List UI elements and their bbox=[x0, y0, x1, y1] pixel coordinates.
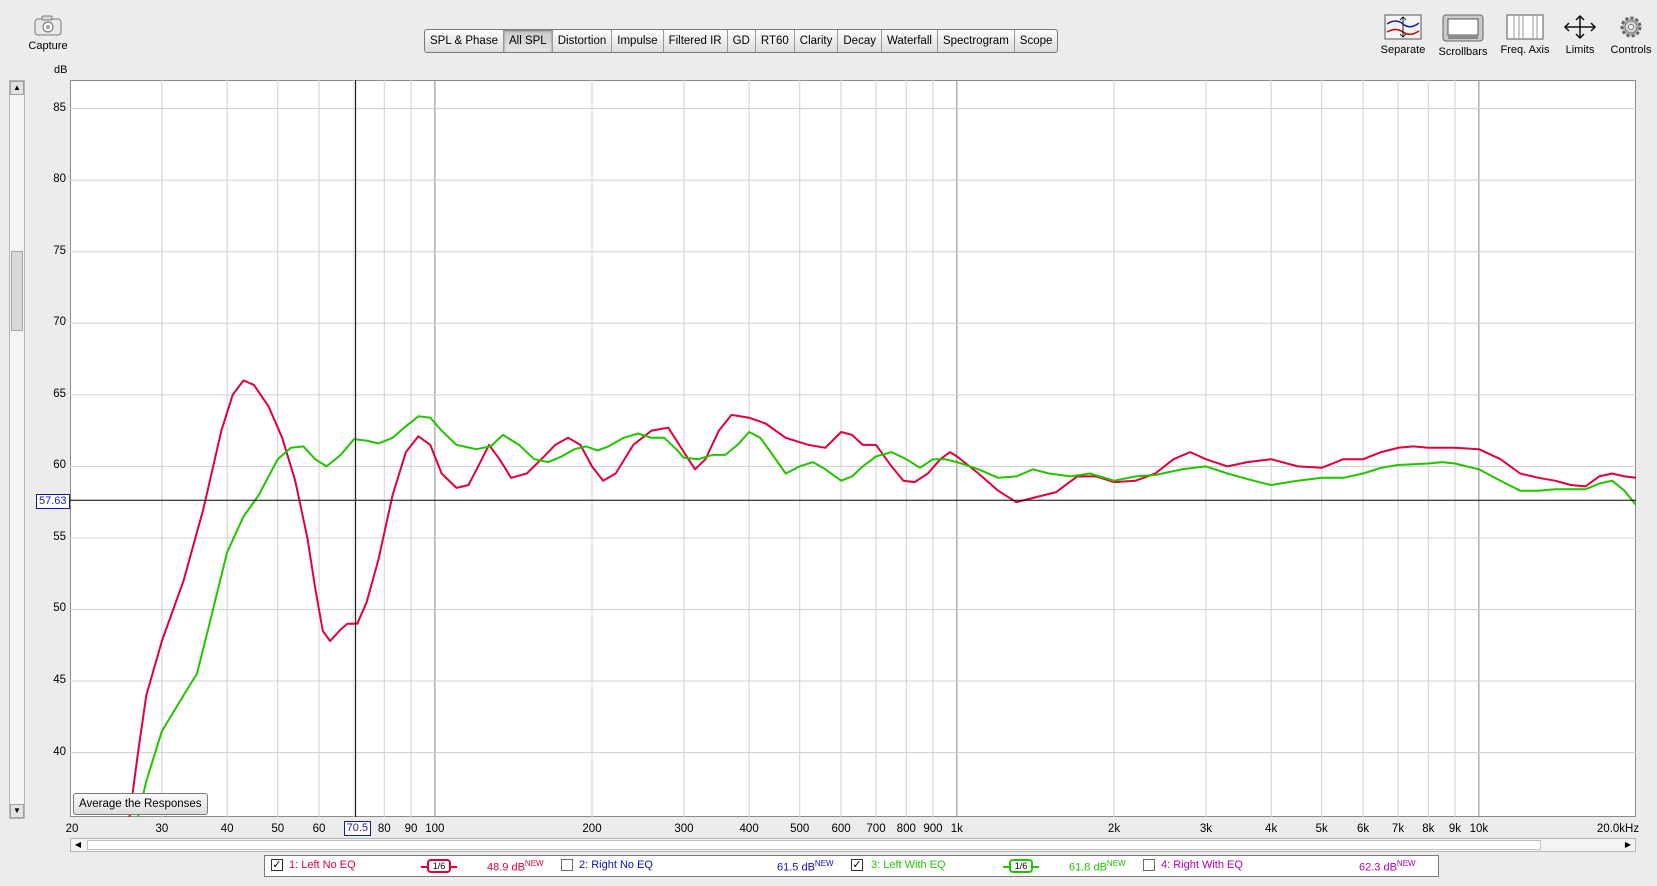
tab-clarity[interactable]: Clarity bbox=[795, 30, 839, 52]
legend-label-2: 2: Right No EQ bbox=[579, 859, 653, 871]
x-tick-label: 20 bbox=[65, 823, 79, 835]
y-tick-label: 85 bbox=[53, 101, 66, 114]
y-tick-label: 40 bbox=[53, 745, 66, 758]
legend-label-1: 1: Left No EQ bbox=[289, 859, 356, 871]
vertical-scrollbar[interactable]: ▲ ▼ bbox=[9, 80, 25, 819]
y-axis-unit: dB bbox=[54, 64, 68, 76]
x-tick-label: 800 bbox=[896, 823, 916, 835]
legend-checkbox-2[interactable] bbox=[561, 859, 573, 871]
legend-checkbox-1[interactable]: ✓ bbox=[271, 859, 283, 871]
x-tick-label: 8k bbox=[1422, 823, 1435, 835]
tab-all-spl[interactable]: All SPL bbox=[503, 30, 553, 52]
freq-axis-button[interactable]: Freq. Axis bbox=[1498, 14, 1552, 56]
controls-label: Controls bbox=[1610, 44, 1652, 56]
scrollbars-icon bbox=[1442, 14, 1484, 42]
tab-scope[interactable]: Scope bbox=[1015, 30, 1058, 52]
scrollbars-label: Scrollbars bbox=[1438, 46, 1488, 58]
separate-icon bbox=[1384, 14, 1422, 40]
y-tick-label: 55 bbox=[53, 530, 66, 543]
x-tick-label: 9k bbox=[1448, 823, 1462, 835]
x-tick-label: 60 bbox=[312, 823, 326, 835]
tab-spl-phase[interactable]: SPL & Phase bbox=[425, 30, 504, 52]
scroll-left-icon[interactable]: ◀ bbox=[71, 839, 85, 851]
legend-level-1: 48.9 dBNEW bbox=[487, 859, 544, 874]
measurement-legend: ✓ 1: Left No EQ 1/6 48.9 dBNEW 2: Right … bbox=[264, 855, 1439, 877]
y-tick-label: 45 bbox=[53, 674, 66, 687]
x-tick-label: 3k bbox=[1199, 823, 1212, 835]
smoothing-badge-1[interactable]: 1/6 bbox=[427, 859, 451, 873]
gear-icon bbox=[1620, 16, 1642, 38]
limits-label: Limits bbox=[1565, 44, 1595, 56]
legend-level-3: 61.8 dBNEW bbox=[1069, 859, 1126, 874]
tab-gd[interactable]: GD bbox=[728, 30, 756, 52]
x-tick-label: 7k bbox=[1391, 823, 1405, 835]
freq-axis-icon bbox=[1506, 14, 1544, 40]
x-tick-label: 400 bbox=[739, 823, 759, 835]
x-tick-label: 80 bbox=[377, 823, 391, 835]
horizontal-scrollbar[interactable]: ◀ ▶ bbox=[70, 838, 1636, 852]
limits-icon bbox=[1563, 14, 1597, 40]
tab-decay[interactable]: Decay bbox=[838, 30, 882, 52]
x-tick-label: 5k bbox=[1315, 823, 1328, 835]
legend-checkbox-4[interactable] bbox=[1143, 859, 1155, 871]
x-tick-label: 1k bbox=[950, 823, 963, 835]
legend-level-2: 61.5 dBNEW bbox=[777, 859, 834, 874]
x-tick-label: 700 bbox=[866, 823, 886, 835]
x-tick-label: 600 bbox=[831, 823, 851, 835]
capture-button[interactable]: Capture bbox=[28, 14, 68, 52]
spl-chart bbox=[70, 80, 1636, 817]
y-tick-label: 60 bbox=[53, 459, 66, 472]
limits-button[interactable]: Limits bbox=[1560, 14, 1600, 56]
x-tick-label: 50 bbox=[271, 823, 285, 835]
separate-label: Separate bbox=[1380, 44, 1426, 56]
tab-impulse[interactable]: Impulse bbox=[612, 30, 664, 52]
cursor-y-readout: 57.63 bbox=[36, 494, 70, 509]
y-tick-label: 80 bbox=[53, 173, 66, 186]
x-tick-label: 100 bbox=[425, 823, 445, 835]
horizontal-scroll-thumb[interactable] bbox=[87, 840, 1541, 850]
graph-tabs: SPL & Phase All SPL Distortion Impulse Filte… bbox=[424, 29, 1059, 53]
x-tick-label: 2k bbox=[1107, 823, 1121, 835]
x-tick-label: 10k bbox=[1469, 823, 1489, 835]
scroll-up-icon[interactable]: ▲ bbox=[10, 81, 24, 95]
x-tick-label: 500 bbox=[790, 823, 810, 835]
x-tick-label: 4k bbox=[1265, 823, 1278, 835]
legend-checkbox-3[interactable]: ✓ bbox=[851, 859, 863, 871]
x-tick-label: 20.0kHz bbox=[1596, 823, 1640, 835]
average-responses-button[interactable]: Average the Responses bbox=[73, 793, 208, 815]
tab-spectrogram[interactable]: Spectrogram bbox=[938, 30, 1015, 52]
series-line-2 bbox=[137, 415, 1636, 817]
y-tick-label: 70 bbox=[53, 316, 66, 329]
x-tick-label: 40 bbox=[220, 823, 234, 835]
smoothing-badge-3[interactable]: 1/6 bbox=[1009, 859, 1033, 873]
top-toolbar: Capture SPL & Phase All SPL Distortion Impu… bbox=[0, 0, 1657, 78]
x-tick-label: 200 bbox=[582, 823, 602, 835]
scroll-right-icon[interactable]: ▶ bbox=[1621, 839, 1635, 851]
capture-label: Capture bbox=[28, 40, 68, 52]
freq-axis-label: Freq. Axis bbox=[1500, 44, 1550, 56]
cursor-x-readout: 70.5 bbox=[343, 821, 372, 836]
separate-button[interactable]: Separate bbox=[1380, 14, 1426, 56]
controls-button[interactable]: Controls bbox=[1608, 14, 1654, 56]
scrollbars-button[interactable]: Scrollbars bbox=[1437, 14, 1489, 58]
y-tick-label: 75 bbox=[53, 244, 66, 257]
legend-label-4: 4: Right With EQ bbox=[1161, 859, 1243, 871]
x-tick-label: 900 bbox=[923, 823, 943, 835]
legend-level-4: 62.3 dBNEW bbox=[1359, 859, 1416, 874]
tab-waterfall[interactable]: Waterfall bbox=[882, 30, 938, 52]
y-tick-label: 65 bbox=[53, 387, 66, 400]
x-tick-label: 300 bbox=[674, 823, 694, 835]
x-tick-label: 30 bbox=[155, 823, 169, 835]
x-tick-label: 6k bbox=[1356, 823, 1370, 835]
scroll-down-icon[interactable]: ▼ bbox=[10, 804, 24, 818]
y-tick-label: 50 bbox=[53, 602, 66, 615]
tab-filtered-ir[interactable]: Filtered IR bbox=[664, 30, 728, 52]
tab-distortion[interactable]: Distortion bbox=[553, 30, 613, 52]
tab-rt60[interactable]: RT60 bbox=[756, 30, 795, 52]
camera-icon bbox=[34, 15, 62, 36]
legend-label-3: 3: Left With EQ bbox=[871, 859, 946, 871]
x-tick-label: 90 bbox=[404, 823, 418, 835]
